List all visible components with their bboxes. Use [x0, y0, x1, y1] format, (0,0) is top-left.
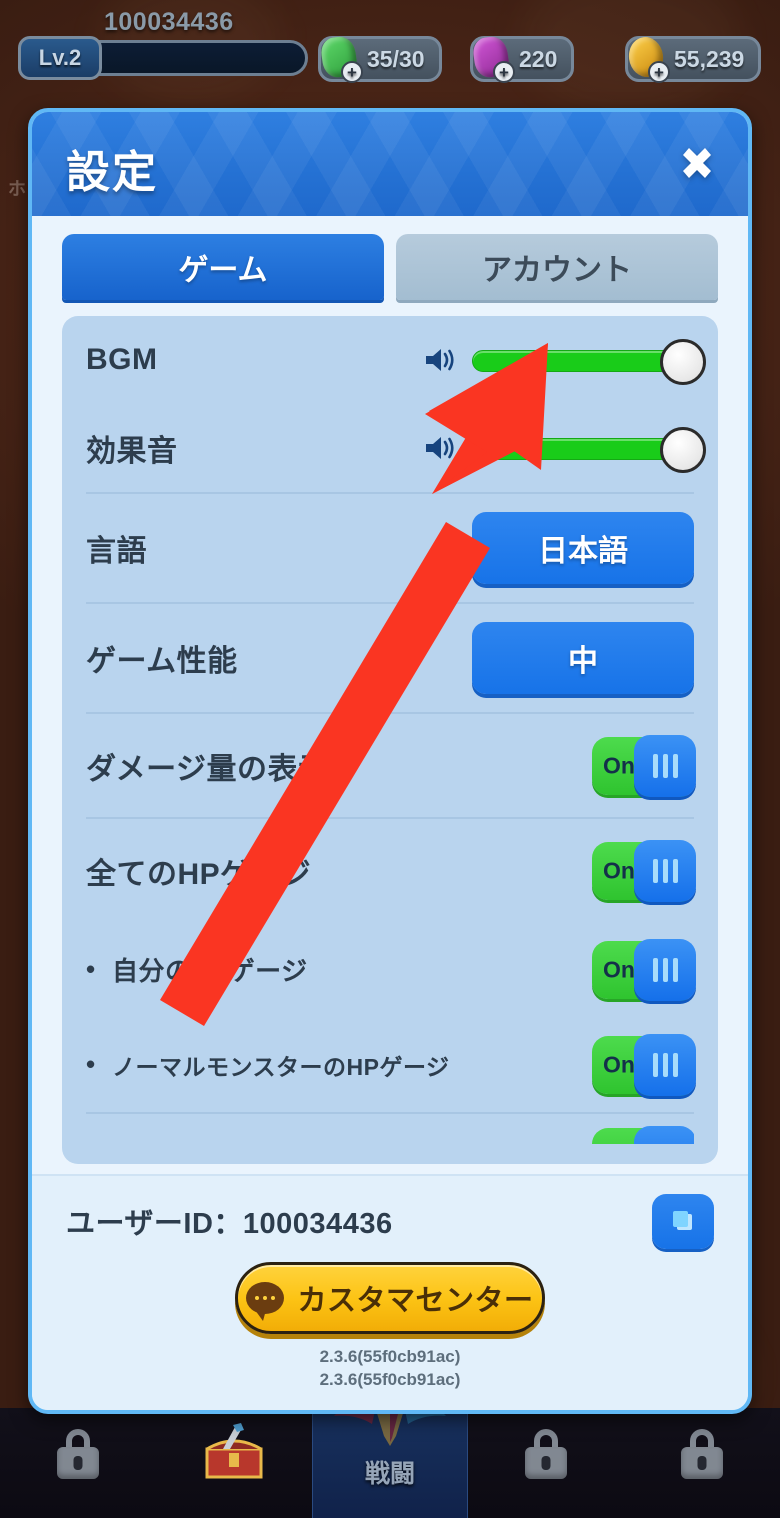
- setting-row-normal-monster-hp: ノーマルモンスターのHPゲージ On: [86, 1017, 696, 1112]
- resource-gold[interactable]: + 55,239: [625, 34, 762, 83]
- lock-icon: [57, 1429, 99, 1479]
- slider-knob[interactable]: [660, 427, 706, 473]
- nav-item-inventory[interactable]: [156, 1408, 312, 1518]
- bottom-navbar: 戦闘: [0, 1408, 780, 1518]
- version-line-1: 2.3.6(55f0cb91ac): [319, 1347, 461, 1367]
- settings-rows: BGM 効果音 言語 日本語 ゲーム性能 中 ダメージ量の表示 On 全てのHP…: [62, 316, 718, 1144]
- customer-center-label: カスタマセンター: [297, 1285, 534, 1318]
- toggle-state-label: On: [603, 956, 635, 982]
- lock-icon: [681, 1429, 723, 1479]
- performance-button[interactable]: 中: [472, 622, 694, 694]
- tab-game[interactable]: ゲーム: [62, 234, 384, 300]
- damage-display-toggle[interactable]: On: [592, 734, 696, 797]
- resource-value: 35/30: [367, 45, 425, 72]
- setting-row-all-hp: 全てのHPゲージ On: [86, 817, 696, 922]
- nav-item-locked-1[interactable]: [0, 1408, 156, 1518]
- level-bar: Lv.2: [18, 36, 308, 80]
- nav-item-locked-3[interactable]: [624, 1408, 780, 1518]
- customer-center-row: カスタマセンター: [66, 1262, 714, 1335]
- own-hp-toggle[interactable]: On: [592, 938, 696, 1001]
- close-icon[interactable]: [668, 134, 726, 192]
- level-badge: Lv.2: [18, 36, 102, 80]
- dialog-title: 設定: [66, 148, 158, 197]
- settings-panel-wrapper: BGM 効果音 言語 日本語 ゲーム性能 中 ダメージ量の表示 On 全てのHP…: [32, 300, 748, 1175]
- lock-icon: [525, 1429, 567, 1479]
- gem-icon: +: [465, 31, 517, 83]
- setting-label: 言語: [86, 535, 147, 568]
- customer-center-button[interactable]: カスタマセンター: [235, 1262, 545, 1335]
- top-hud: Lv.2 100034436 + 35/30 + 220 + 55,239: [0, 0, 780, 104]
- setting-row-sfx: 効果音: [86, 404, 706, 492]
- setting-label: 全てのHPゲージ: [86, 857, 312, 891]
- slider-knob[interactable]: [660, 339, 706, 385]
- setting-label: BGM: [86, 343, 158, 376]
- toggle-knob: [634, 734, 696, 797]
- user-id-row: ユーザーID：100034436: [66, 1190, 714, 1252]
- plus-badge[interactable]: +: [493, 61, 515, 83]
- setting-row-bgm: BGM: [86, 316, 706, 404]
- hud-user-id: 100034436: [104, 8, 234, 36]
- toggle-knob: [634, 839, 696, 902]
- nav-label: 戦闘: [364, 1460, 415, 1488]
- resource-gem[interactable]: + 220: [470, 34, 575, 83]
- all-hp-toggle[interactable]: On: [592, 839, 696, 902]
- setting-row-clipped[interactable]: [86, 1112, 694, 1144]
- speaker-icon[interactable]: [424, 433, 458, 463]
- dialog-tabs: ゲーム アカウント: [32, 216, 748, 300]
- setting-row-language: 言語 日本語: [86, 492, 694, 602]
- resource-stamina[interactable]: + 35/30: [318, 34, 442, 83]
- plus-badge[interactable]: +: [648, 61, 670, 83]
- toggle-knob: [634, 938, 696, 1001]
- setting-label: ダメージ量の表示: [86, 752, 329, 786]
- dialog-footer: ユーザーID：100034436 カスタマセンター 2.3.6(55f0cb91…: [32, 1174, 748, 1410]
- normal-monster-hp-toggle[interactable]: On: [592, 1033, 696, 1096]
- setting-row-damage-display: ダメージ量の表示 On: [86, 712, 696, 817]
- sfx-slider[interactable]: [472, 427, 706, 473]
- toggle-state-label: On: [603, 1051, 635, 1077]
- toggle-knob: [634, 1033, 696, 1096]
- clipped-toggle[interactable]: [592, 1126, 694, 1144]
- setting-label: ゲーム性能: [86, 645, 238, 678]
- resource-value: 55,239: [674, 45, 745, 72]
- chest-icon: [197, 1421, 271, 1488]
- nav-item-locked-2[interactable]: [468, 1408, 624, 1518]
- bgm-slider[interactable]: [472, 339, 706, 385]
- chat-bubble-icon: [246, 1282, 285, 1322]
- copy-icon[interactable]: [652, 1193, 714, 1249]
- settings-scroll-panel[interactable]: BGM 効果音 言語 日本語 ゲーム性能 中 ダメージ量の表示 On 全てのHP…: [62, 316, 718, 1165]
- gold-icon: +: [620, 31, 672, 83]
- speaker-icon[interactable]: [424, 345, 458, 375]
- nav-item-battle[interactable]: 戦闘: [312, 1408, 468, 1518]
- toggle-state-label: On: [603, 857, 635, 883]
- setting-row-own-hp: 自分のHPゲージ On: [86, 922, 696, 1017]
- version-line-2: 2.3.6(55f0cb91ac): [319, 1370, 461, 1390]
- setting-label: 自分のHPゲージ: [86, 951, 592, 988]
- language-button[interactable]: 日本語: [472, 512, 694, 584]
- tab-account[interactable]: アカウント: [396, 234, 718, 300]
- setting-label: ノーマルモンスターのHPゲージ: [86, 1048, 592, 1082]
- stamina-icon: +: [313, 31, 365, 83]
- settings-dialog: 設定 ゲーム アカウント BGM 効果音 言語 日本語 ゲーム性能 中 ダメージ…: [28, 108, 752, 1414]
- setting-label: 効果音: [86, 435, 178, 468]
- dialog-header: 設定: [32, 112, 748, 216]
- user-id-label: ユーザーID：100034436: [66, 1208, 393, 1241]
- toggle-state-label: On: [603, 752, 635, 778]
- resource-value: 220: [519, 45, 558, 72]
- setting-row-performance: ゲーム性能 中: [86, 602, 694, 712]
- background-glyph: ホ: [8, 179, 26, 199]
- plus-badge[interactable]: +: [341, 61, 363, 83]
- toggle-knob: [634, 1126, 694, 1144]
- version-info: 2.3.6(55f0cb91ac) 2.3.6(55f0cb91ac): [66, 1346, 714, 1392]
